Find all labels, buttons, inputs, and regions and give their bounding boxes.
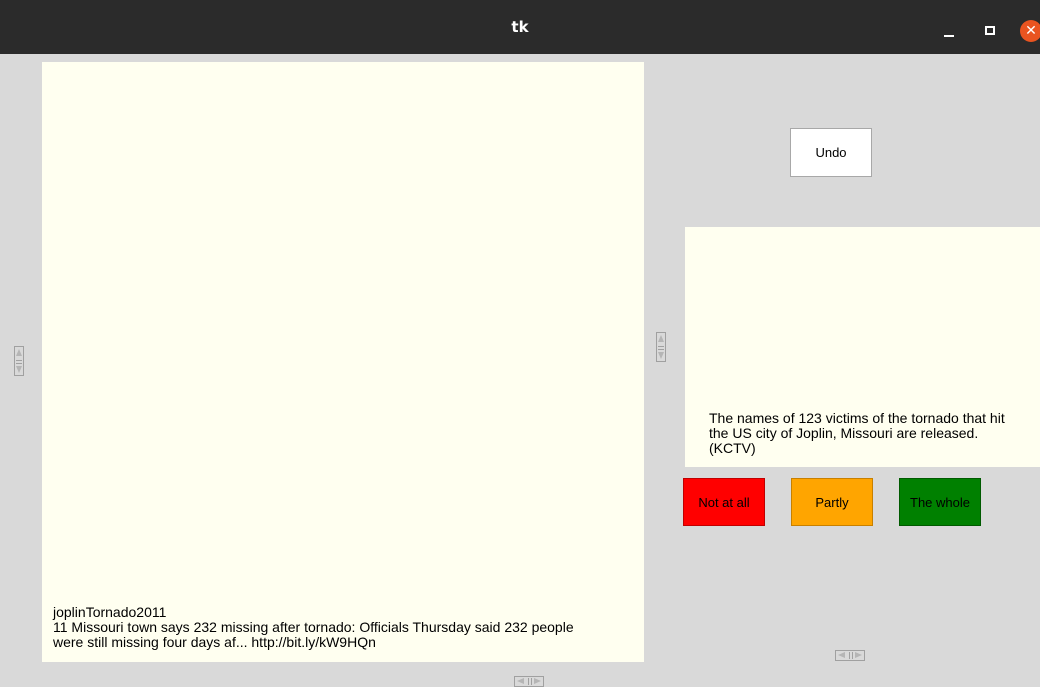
scroll-left-icon[interactable] — [517, 678, 524, 684]
the-whole-button[interactable]: The whole — [899, 478, 981, 526]
maximize-icon[interactable] — [985, 26, 995, 35]
scroll-right-icon[interactable] — [534, 678, 541, 684]
scroll-down-icon[interactable] — [658, 352, 664, 359]
scroll-up-icon[interactable] — [16, 349, 22, 356]
right-text-line: The names of 123 victims of the tornado … — [709, 410, 1005, 426]
left-panel-horizontal-scrollbar[interactable] — [514, 676, 544, 687]
right-panel-horizontal-scrollbar[interactable] — [835, 650, 865, 661]
scroll-up-icon[interactable] — [658, 335, 664, 342]
window-titlebar: tk ✕ — [0, 0, 1040, 54]
scroll-grip[interactable] — [849, 652, 853, 659]
scroll-left-icon[interactable] — [838, 652, 845, 658]
scroll-down-icon[interactable] — [16, 366, 22, 373]
left-text-line: 11 Missouri town says 232 missing after … — [53, 619, 574, 635]
left-panel-vertical-scrollbar[interactable] — [14, 346, 24, 376]
left-text-line: were still missing four days af... http:… — [53, 634, 376, 650]
close-icon[interactable]: ✕ — [1020, 20, 1040, 42]
left-canvas-text: joplinTornado2011 11 Missouri town says … — [53, 605, 653, 650]
right-text-canvas: The names of 123 victims of the tornado … — [685, 227, 1040, 467]
right-panel-vertical-scrollbar[interactable] — [656, 332, 666, 362]
scroll-grip[interactable] — [658, 346, 664, 350]
undo-button[interactable]: Undo — [790, 128, 872, 177]
window-title: tk — [511, 18, 529, 36]
scroll-grip[interactable] — [16, 360, 22, 364]
right-canvas-text: The names of 123 victims of the tornado … — [709, 411, 1040, 456]
left-text-canvas: joplinTornado2011 11 Missouri town says … — [42, 62, 644, 662]
partly-button[interactable]: Partly — [791, 478, 873, 526]
scroll-right-icon[interactable] — [855, 652, 862, 658]
right-text-line: the US city of Joplin, Missouri are rele… — [709, 425, 979, 441]
right-text-line: (KCTV) — [709, 440, 756, 456]
not-at-all-button[interactable]: Not at all — [683, 478, 765, 526]
minimize-icon[interactable] — [944, 35, 954, 37]
left-text-line: joplinTornado2011 — [53, 604, 167, 620]
